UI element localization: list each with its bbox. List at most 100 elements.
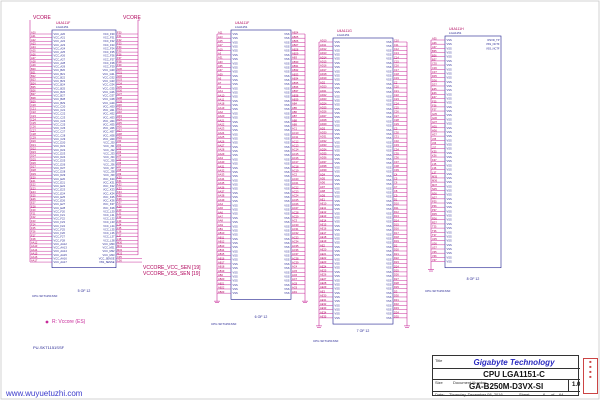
pin-name: VCC_F35: [103, 50, 115, 54]
pin-number: M36: [432, 179, 438, 183]
pin-number: J38: [117, 168, 122, 172]
pin-name: VSS: [386, 220, 391, 224]
pin-name: VSS: [233, 224, 238, 228]
pin-name: VSS: [335, 178, 340, 182]
pin-name: VSS: [386, 165, 391, 169]
pin-name: VSS: [284, 124, 289, 128]
pin-number: C15: [394, 60, 399, 64]
pin-name: VCC_J32: [103, 148, 115, 152]
pin-name: VSS: [233, 57, 238, 61]
pin-number: AA2: [218, 110, 223, 114]
pin-name: VSS: [284, 103, 289, 107]
pin-name: VSS: [233, 166, 238, 170]
pin-name: VCC_F25: [54, 227, 66, 231]
pin-number: AC37: [292, 252, 299, 256]
company-name: Gigabyte Technology: [473, 358, 555, 367]
pin-number: C7: [394, 185, 398, 189]
pin-name: VSS: [386, 224, 391, 228]
pin-name: VSS: [233, 137, 238, 141]
pin-name: VSS: [284, 174, 289, 178]
pin-number: AB6: [292, 110, 297, 114]
pin-name: VCC_K32: [103, 184, 115, 188]
power-label-vcore-left: VCORE: [33, 15, 51, 21]
pin-name: VCC_F24: [54, 224, 66, 228]
pin-name: VCC_H35: [103, 123, 115, 127]
pin-number: E21: [31, 179, 36, 183]
pin-name: VSS: [386, 195, 391, 199]
pin-number: B29: [31, 99, 36, 103]
pin-number: AE14: [320, 218, 327, 222]
pin-number: AE24: [320, 264, 327, 268]
pin-number: AD14: [320, 55, 327, 59]
pin-name: VCC_B22: [54, 75, 66, 79]
pin-name: VCC_D26: [54, 162, 66, 166]
pin-number: AB39: [292, 97, 299, 101]
pin-name: VSS: [233, 262, 238, 266]
pin-name: VCC_AA12: [54, 242, 68, 246]
pin-name: VSS: [335, 262, 340, 266]
pin-number: E23: [31, 186, 36, 190]
pin-number: AD28: [320, 118, 327, 122]
pin-number: E27: [31, 201, 36, 205]
pin-name: VSS: [284, 258, 289, 262]
pin-number: AC30: [292, 223, 299, 227]
pin-name: VSS: [335, 236, 340, 240]
pin-number: D14: [394, 218, 399, 222]
pin-number: M30: [117, 241, 123, 245]
pin-name: VSS: [447, 193, 452, 197]
pin-number: AD33: [320, 143, 327, 147]
pin-number: AB24: [292, 31, 299, 35]
pin-name: VSS: [447, 134, 452, 138]
pin-number: J35: [117, 157, 122, 161]
pin-name: VSS_NCTF: [486, 46, 500, 50]
pin-name: VCC_AA16: [54, 256, 68, 260]
pin-number: B24: [31, 81, 36, 85]
pin-name: VSS: [386, 53, 391, 57]
pin-name: VSS: [233, 195, 238, 199]
pin-name: VSS: [335, 48, 340, 52]
pin-number: AA32: [218, 169, 225, 173]
pin-number: B21: [31, 70, 36, 74]
pin-name: VSS: [284, 128, 289, 132]
pin-name: VCC_E28: [54, 206, 66, 210]
pin-name: VSS: [233, 228, 238, 232]
pin-name: VSS: [447, 122, 452, 126]
pin-number: F30: [117, 31, 122, 35]
pin-number: AC10: [292, 131, 299, 135]
pin-number: D28: [31, 168, 36, 172]
pin-name: VSS: [386, 299, 391, 303]
pin-number: AC9: [292, 286, 298, 290]
symbol-body: [230, 29, 292, 300]
pin-number: E28: [31, 204, 36, 208]
pin-number: A15: [218, 39, 223, 43]
pin-name: VSS: [335, 270, 340, 274]
pin-number: A25: [31, 49, 36, 53]
pin-number: AC39: [292, 261, 299, 265]
pin-number: L30: [117, 208, 122, 212]
pin-number: C23: [394, 97, 399, 101]
pin-name: VSS: [335, 124, 340, 128]
sheet-number: 6: [543, 392, 546, 397]
pin-name: VSS: [386, 86, 391, 90]
pin-number: D35: [394, 314, 399, 318]
pin-number: C28: [394, 118, 399, 122]
pin-name: VCC_L34: [103, 224, 115, 228]
pin-number: AC14: [292, 148, 299, 152]
pin-number: A39: [218, 72, 223, 76]
pin-name: VSS: [284, 287, 289, 291]
pin-number: L35: [117, 226, 122, 230]
pin-name: VSS: [386, 111, 391, 115]
pin-number: C14: [394, 55, 399, 59]
pin-name: VSS: [233, 53, 238, 57]
pin-name: VSS: [335, 220, 340, 224]
pin-number: G37: [117, 92, 122, 96]
pin-name: VSS: [447, 63, 452, 67]
pin-name: VSS: [284, 149, 289, 153]
pin-number: AD11: [320, 43, 327, 47]
pin-number: L33: [117, 219, 122, 223]
pin-number: T35: [432, 225, 437, 229]
pin-name: VSS: [335, 308, 340, 312]
pin-name: VSS: [233, 36, 238, 40]
pin-name: VSS: [233, 274, 238, 278]
pin-number: D20: [394, 248, 399, 252]
